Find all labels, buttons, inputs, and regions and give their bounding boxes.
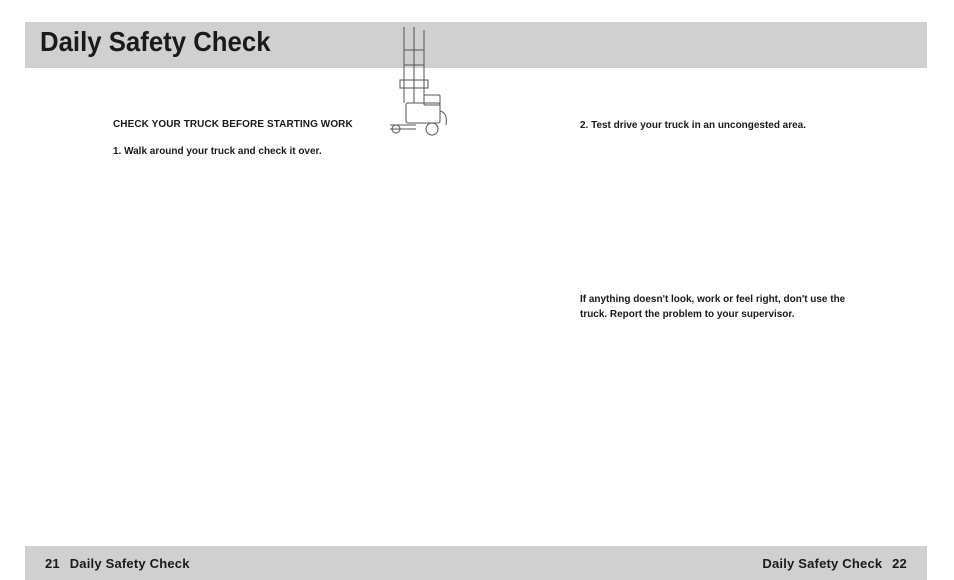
- footer-right: Daily Safety Check 22: [762, 556, 913, 571]
- forklift-stacker-icon: [384, 25, 454, 140]
- right-column: 2. Test drive your truck in an uncongest…: [580, 118, 860, 322]
- step-1: 1. Walk around your truck and check it o…: [113, 144, 379, 158]
- section-subheading: CHECK YOUR TRUCK BEFORE STARTING WORK: [113, 118, 379, 130]
- page-number-left: 21: [45, 556, 60, 571]
- left-column: CHECK YOUR TRUCK BEFORE STARTING WORK 1.…: [113, 118, 393, 158]
- page-title: Daily Safety Check: [40, 26, 271, 58]
- document-spread: Daily Safety Check: [0, 0, 954, 580]
- step-2: 2. Test drive your truck in an uncongest…: [580, 118, 846, 132]
- warning-text: If anything doesn't look, work or feel r…: [580, 292, 846, 321]
- footer-label-left: Daily Safety Check: [70, 556, 190, 571]
- footer-band: 21 Daily Safety Check Daily Safety Check…: [25, 546, 927, 580]
- page-number-right: 22: [892, 556, 907, 571]
- footer-left: 21 Daily Safety Check: [39, 556, 190, 571]
- footer-label-right: Daily Safety Check: [762, 556, 882, 571]
